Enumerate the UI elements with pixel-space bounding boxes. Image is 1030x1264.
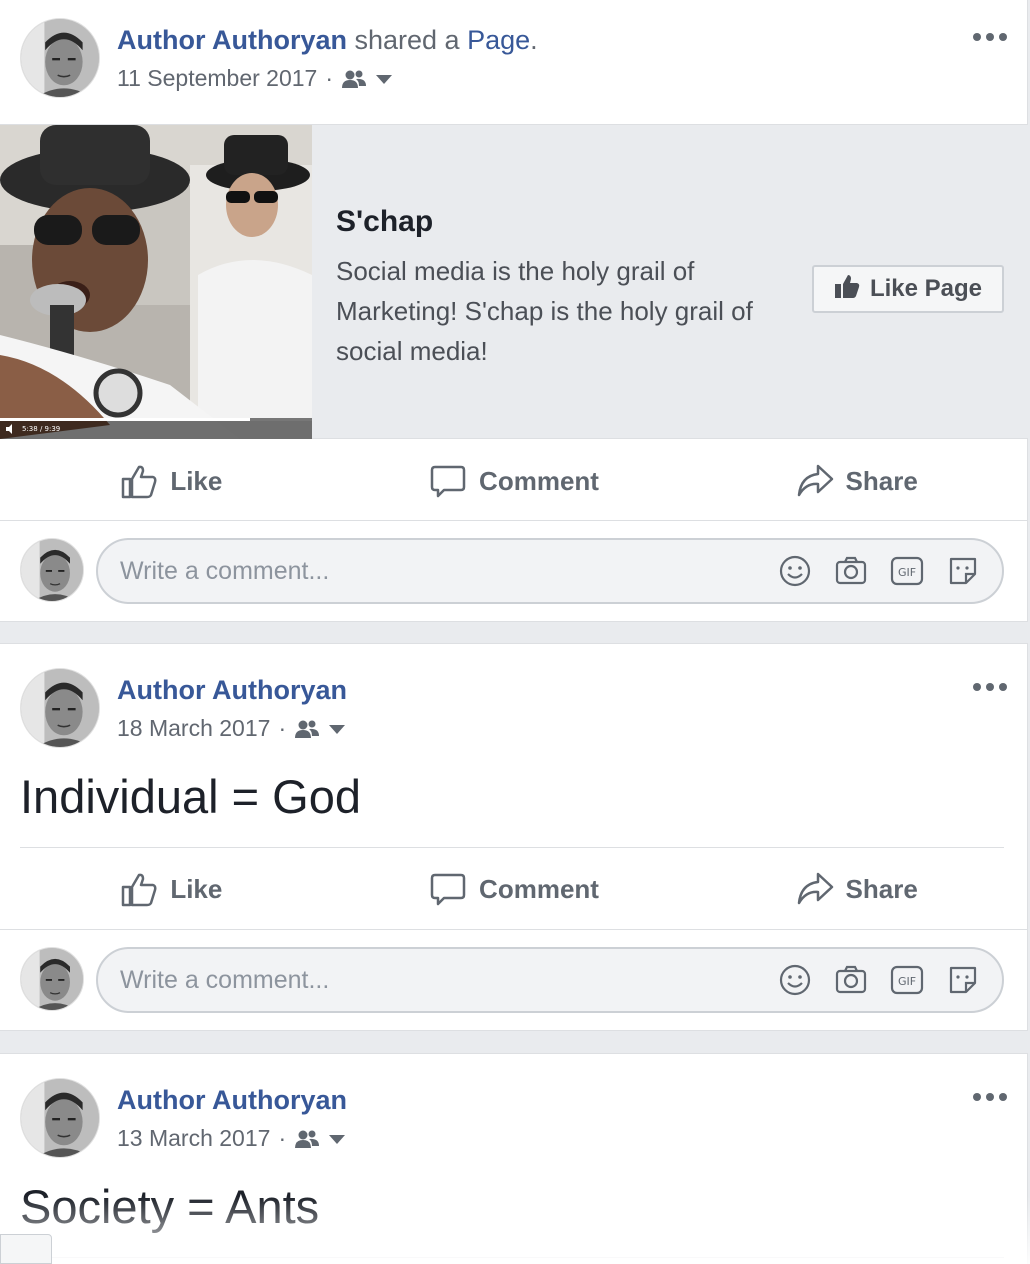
more-dot-icon (973, 683, 981, 691)
date-separator: · (278, 1125, 287, 1151)
post-header-title: Author Authoryan (117, 675, 347, 706)
comment-input[interactable]: Write a comment... GIF (96, 538, 1004, 604)
post-date-row: 18 March 2017 · (117, 715, 346, 742)
like-button[interactable]: Like (0, 849, 343, 929)
share-icon (796, 462, 834, 500)
author-avatar[interactable] (20, 1078, 100, 1158)
camera-icon[interactable] (834, 963, 868, 997)
date-separator: · (325, 65, 334, 91)
like-page-label: Like Page (869, 275, 983, 302)
friends-icon[interactable] (294, 1129, 320, 1149)
comment-input[interactable]: Write a comment... GIF (96, 947, 1004, 1013)
more-dot-icon (973, 1093, 981, 1101)
chevron-down-icon[interactable] (328, 723, 346, 735)
author-name-link[interactable]: Author Authoryan (117, 675, 347, 705)
author-avatar[interactable] (20, 668, 100, 748)
comment-placeholder: Write a comment... (120, 965, 330, 994)
post-date[interactable]: 11 September 2017 (117, 65, 317, 92)
comment-button[interactable]: Comment (343, 849, 686, 929)
svg-text:GIF: GIF (898, 566, 916, 579)
more-dot-icon (999, 1093, 1007, 1101)
post-card: Author Authoryan 13 March 2017 · Society… (0, 1053, 1028, 1264)
shared-text: shared a (346, 25, 468, 55)
sticker-icon[interactable] (946, 554, 980, 588)
post-text: Society = Ants (20, 1180, 320, 1233)
emoji-icon[interactable] (778, 554, 812, 588)
like-label: Like (170, 465, 223, 496)
chevron-down-icon[interactable] (328, 1133, 346, 1145)
post-options-button[interactable] (973, 1087, 1007, 1107)
divider (20, 1257, 1004, 1258)
like-button[interactable]: Like (0, 441, 343, 521)
shared-period: . (530, 25, 538, 55)
author-avatar[interactable] (20, 18, 100, 98)
comment-composer: Write a comment... GIF (0, 521, 1028, 621)
like-page-button[interactable]: Like Page (812, 265, 1004, 313)
video-time: 5:38 / 9:39 (22, 425, 61, 433)
comment-icon (429, 870, 467, 908)
post-card: Author Authoryan shared a Page. 11 Septe… (0, 0, 1028, 622)
author-name-link[interactable]: Author Authoryan (117, 1085, 347, 1115)
author-name-link[interactable]: Author Authoryan (117, 25, 347, 55)
comment-composer: Write a comment... GIF (0, 930, 1028, 1030)
share-button[interactable]: Share (685, 849, 1028, 929)
friends-icon[interactable] (294, 719, 320, 739)
more-dot-icon (986, 1093, 994, 1101)
chevron-down-icon[interactable] (375, 73, 393, 85)
post-options-button[interactable] (973, 677, 1007, 697)
post-card: Author Authoryan 18 March 2017 · Individ… (0, 643, 1028, 1031)
svg-text:GIF: GIF (898, 975, 916, 988)
comment-placeholder: Write a comment... (120, 556, 330, 585)
friends-icon[interactable] (341, 69, 367, 89)
more-dot-icon (973, 33, 981, 41)
like-icon (120, 870, 158, 908)
emoji-icon[interactable] (778, 963, 812, 997)
post-actions: Like Comment Share (0, 849, 1028, 929)
share-label: Share (845, 873, 918, 904)
post-text: Individual = God (20, 770, 361, 823)
comment-tools: GIF (778, 963, 1002, 997)
share-icon (796, 870, 834, 908)
thumbs-up-icon (834, 273, 860, 306)
comment-label: Comment (479, 465, 599, 496)
post-date-row: 13 March 2017 · (117, 1125, 346, 1152)
post-options-button[interactable] (973, 27, 1007, 47)
like-label: Like (170, 873, 223, 904)
chat-tab[interactable] (0, 1234, 52, 1264)
comment-button[interactable]: Comment (343, 441, 686, 521)
gif-icon[interactable]: GIF (890, 963, 924, 997)
share-button[interactable]: Share (685, 441, 1028, 521)
post-header-title: Author Authoryan shared a Page. (117, 25, 538, 56)
post-date-row: 11 September 2017 · (117, 65, 393, 92)
user-avatar[interactable] (20, 538, 84, 602)
comment-tools: GIF (778, 554, 1002, 588)
more-dot-icon (986, 683, 994, 691)
camera-icon[interactable] (834, 554, 868, 588)
sticker-icon[interactable] (946, 963, 980, 997)
post-actions: Like Comment Share (0, 441, 1028, 521)
shared-page-attachment[interactable]: 5:38 / 9:39 S'chap Social media is the h… (0, 124, 1028, 439)
comment-label: Comment (479, 873, 599, 904)
gif-icon[interactable]: GIF (890, 554, 924, 588)
shared-page-description: Social media is the holy grail of Market… (336, 256, 753, 366)
post-header-title: Author Authoryan (117, 1085, 347, 1116)
comment-icon (429, 462, 467, 500)
more-dot-icon (986, 33, 994, 41)
post-date[interactable]: 18 March 2017 (117, 715, 270, 742)
video-thumbnail[interactable]: 5:38 / 9:39 (0, 125, 312, 439)
shared-page-link[interactable]: Page (467, 25, 530, 55)
shared-page-title[interactable]: S'chap (336, 205, 433, 239)
user-avatar[interactable] (20, 947, 84, 1011)
like-icon (120, 462, 158, 500)
more-dot-icon (999, 33, 1007, 41)
post-date[interactable]: 13 March 2017 (117, 1125, 270, 1152)
more-dot-icon (999, 683, 1007, 691)
divider (20, 847, 1004, 848)
share-label: Share (845, 465, 918, 496)
date-separator: · (278, 715, 287, 741)
